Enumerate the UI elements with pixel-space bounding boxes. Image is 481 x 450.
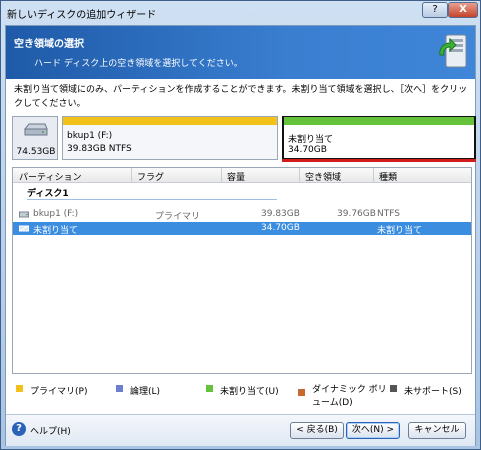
table-header: パーティション フラグ 容量 空き領域 種類: [13, 168, 471, 183]
cell-type: 未割り当て: [377, 226, 423, 236]
next-button[interactable]: 次へ(N) >: [346, 422, 400, 439]
hard-disk-icon: [23, 123, 48, 136]
partition-legend: プライマリ(P) 論理(L) 未割り当て(U) ダイナミック ボリューム(D) …: [16, 378, 471, 412]
legend-label: プライマリ(P): [30, 387, 88, 397]
partition-name: bkup1 (F:): [67, 131, 113, 141]
cell-capacity: 34.70GB: [261, 223, 300, 233]
legend-label: 論理(L): [130, 387, 161, 397]
banner-title: 空き領域の選択: [14, 39, 84, 50]
column-header-capacity[interactable]: 容量: [227, 170, 245, 183]
header-banner: 空き領域の選択 ハード ディスク上の空き領域を選択してください。: [6, 26, 475, 79]
partition-info: 34.70GB: [288, 145, 327, 155]
column-header-partition[interactable]: パーティション: [19, 170, 81, 183]
cancel-button[interactable]: キャンセル: [408, 422, 466, 439]
column-header-flag[interactable]: フラグ: [137, 170, 164, 183]
cell-partition: bkup1 (F:): [33, 209, 79, 219]
column-divider: [131, 168, 132, 182]
partition-name: 未割り当て: [288, 135, 334, 145]
window-title: 新しいディスクの追加ウィザード: [7, 10, 157, 21]
partition-block-unallocated[interactable]: 未割り当て 34.70GB: [282, 116, 476, 162]
cell-flag: プライマリ: [155, 212, 201, 222]
wizard-client: 空き領域の選択 ハード ディスク上の空き領域を選択してください。 未割り当て領域…: [5, 25, 476, 446]
selection-underline: [282, 159, 476, 162]
disk-map: 74.53GB bkup1 (F:) 39.83GB NTFS 未割り当て 34…: [12, 116, 476, 162]
column-divider: [299, 168, 300, 182]
partition-table: パーティション フラグ 容量 空き領域 種類 ディスク1 bkup1 (F:) …: [12, 167, 472, 374]
title-help-button[interactable]: ?: [422, 2, 448, 18]
legend-label: 未割り当て(U): [220, 387, 279, 397]
cell-type: NTFS: [377, 209, 400, 219]
disk-group-label: ディスク1: [27, 189, 69, 199]
column-divider: [221, 168, 222, 182]
legend-swatch: [206, 385, 213, 392]
disk-size: 74.53GB: [16, 147, 56, 157]
group-divider: [27, 199, 277, 200]
wizard-footer: ? ヘルプ(H) < 戻る(B) 次へ(N) > キャンセル: [6, 414, 475, 446]
column-divider: [373, 168, 374, 182]
table-row[interactable]: bkup1 (F:) プライマリ 39.83GB 39.76GB NTFS: [13, 208, 471, 222]
legend-label: ダイナミック ボリューム(D): [312, 385, 387, 408]
legend-swatch: [298, 389, 305, 396]
partition-color-bar: [284, 117, 474, 125]
partition-disk-icon: [19, 211, 29, 218]
disk-summary[interactable]: 74.53GB: [12, 116, 58, 160]
cell-capacity: 39.83GB: [261, 209, 300, 219]
cell-free: 39.76GB: [337, 209, 376, 219]
table-row-selected[interactable]: 未割り当て 34.70GB 未割り当て: [13, 222, 471, 236]
partition-block-bkup1[interactable]: bkup1 (F:) 39.83GB NTFS: [62, 116, 278, 160]
banner-subtitle: ハード ディスク上の空き領域を選択してください。: [34, 59, 243, 69]
help-icon[interactable]: ?: [12, 422, 26, 436]
add-disk-icon: [439, 34, 467, 68]
column-header-free[interactable]: 空き領域: [305, 170, 341, 183]
unallocated-icon: [19, 225, 29, 232]
legend-label: 未サポート(S): [404, 387, 462, 397]
partition-color-bar: [63, 117, 277, 125]
instruction-text: 未割り当て領域にのみ、パーティションを作成することができます。未割り当て領域を選…: [14, 85, 468, 109]
legend-swatch: [116, 385, 123, 392]
column-header-type[interactable]: 種類: [379, 170, 397, 183]
wizard-window: 新しいディスクの追加ウィザード ? X 空き領域の選択 ハード ディスク上の空き…: [0, 0, 481, 450]
help-link[interactable]: ヘルプ(H): [30, 424, 71, 437]
legend-swatch: [390, 385, 397, 392]
cell-partition: 未割り当て: [33, 226, 79, 236]
close-button[interactable]: X: [448, 2, 478, 18]
legend-swatch: [16, 385, 23, 392]
back-button[interactable]: < 戻る(B): [290, 422, 344, 439]
partition-info: 39.83GB NTFS: [67, 144, 132, 154]
title-bar: 新しいディスクの追加ウィザード ? X: [1, 1, 480, 25]
